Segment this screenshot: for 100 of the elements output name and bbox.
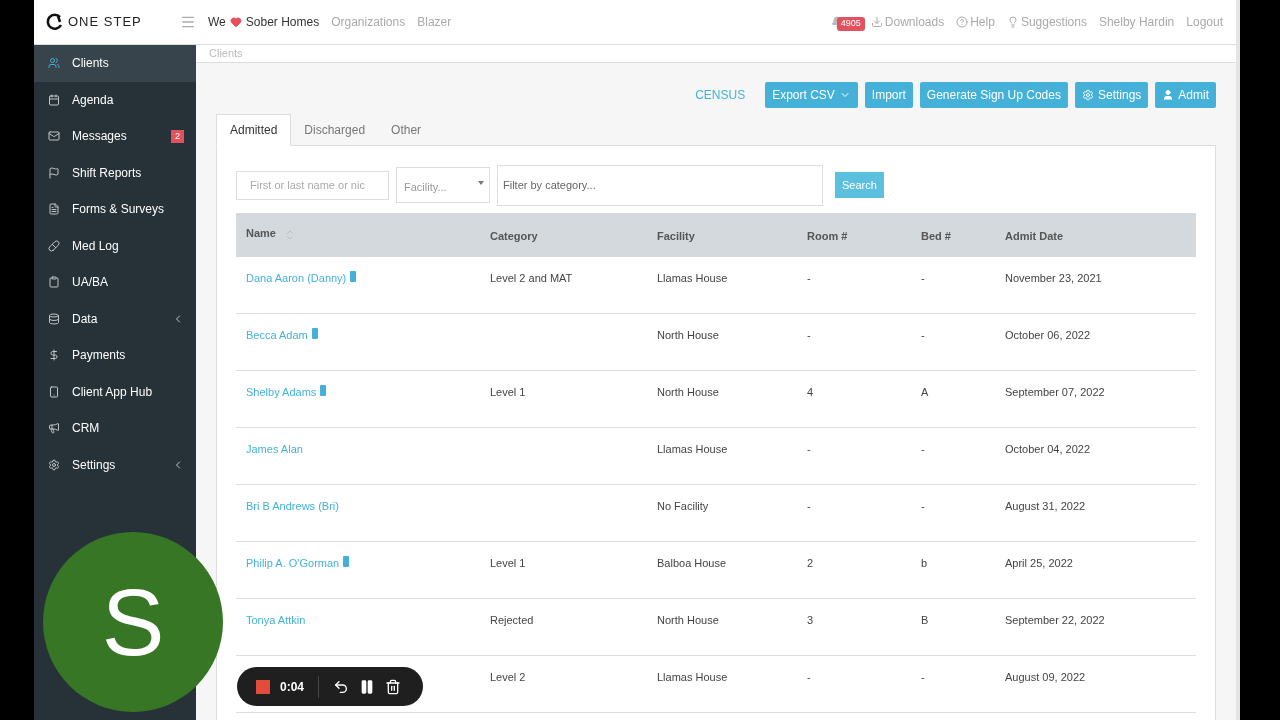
logo-icon — [46, 13, 64, 31]
column-header[interactable]: Facility — [657, 227, 695, 245]
table-cell-text: b — [921, 555, 928, 571]
sidebar-item[interactable]: Data — [34, 300, 196, 337]
table-cell-text: August 09, 2022 — [1005, 669, 1086, 685]
table-cell-text: - — [807, 669, 811, 685]
phone-icon — [48, 385, 60, 398]
brand-link[interactable]: We Sober Homes — [208, 13, 320, 31]
table-cell-text: August 31, 2022 — [1005, 498, 1086, 514]
table-cell-text: - — [921, 441, 925, 457]
sidebar-item[interactable]: Med Log — [34, 227, 196, 264]
header-link[interactable]: Help — [956, 13, 995, 31]
flag-icon — [48, 166, 60, 179]
gear-icon — [1081, 88, 1094, 101]
column-header[interactable]: Name — [246, 224, 276, 242]
header-link[interactable]: Downloads — [870, 13, 945, 31]
nav-link[interactable]: Organizations — [331, 13, 406, 31]
table-cell-text: No Facility — [657, 498, 709, 514]
unread-badge: 2 — [171, 129, 184, 143]
user-icon — [1162, 88, 1175, 101]
sidebar-item[interactable]: Messages 2 — [34, 118, 196, 155]
table-cell-text: 2 — [807, 555, 814, 571]
category-filter-field[interactable]: Filter by category... — [497, 164, 823, 206]
sidebar-item[interactable]: Agenda — [34, 81, 196, 118]
name-search-field[interactable]: First or last name or nic — [236, 170, 389, 200]
table-cell-text: North House — [657, 384, 719, 400]
table-cell-text: November 23, 2021 — [1005, 270, 1102, 286]
trash-icon[interactable] — [385, 678, 402, 695]
column-header[interactable]: Category — [490, 227, 538, 245]
sidebar-item[interactable]: CRM — [34, 410, 196, 447]
table-cell-text: B — [921, 612, 929, 628]
client-name-link[interactable]: Tonya Attkin — [246, 611, 306, 628]
column-header[interactable]: Room # — [807, 227, 848, 245]
client-name-link[interactable]: Philip A. O'Gorman — [246, 554, 340, 571]
table-cell-text: September 22, 2022 — [1005, 612, 1105, 628]
sidebar-item[interactable]: Settings — [34, 446, 196, 483]
table-cell-text: Level 2 and MAT — [490, 270, 573, 286]
tab[interactable]: Discharged — [291, 113, 379, 146]
users-icon — [48, 57, 60, 70]
table-cell-text: Balboa House — [657, 555, 727, 571]
heart-icon — [229, 16, 242, 28]
document-icon — [48, 203, 60, 216]
download-icon — [870, 16, 883, 28]
clipboard-icon — [48, 276, 60, 289]
toolbar-button[interactable]: Export CSV — [765, 81, 858, 108]
breadcrumb[interactable]: Clients — [209, 45, 243, 62]
search-button[interactable]: Search — [835, 172, 884, 198]
sidebar-item[interactable]: Shift Reports — [34, 154, 196, 191]
toolbar-button[interactable]: Admit — [1155, 81, 1216, 108]
table-cell-text: Level 2 — [490, 669, 526, 685]
table-cell-text: Rejected — [490, 612, 534, 628]
census-link[interactable]: CENSUS — [695, 85, 746, 104]
tab[interactable]: Admitted — [216, 113, 292, 146]
nav-link[interactable]: Blazer — [417, 13, 452, 31]
sidebar-item[interactable]: Payments — [34, 337, 196, 374]
client-name-link[interactable]: Bri B Andrews (Bri) — [246, 497, 339, 514]
gear-icon — [48, 458, 60, 471]
facility-select[interactable]: Facility... — [396, 167, 490, 203]
table-cell-text: September 07, 2022 — [1005, 384, 1105, 400]
client-name-link[interactable]: Dana Aaron (Danny) — [246, 269, 347, 286]
column-header[interactable]: Admit Date — [1005, 227, 1064, 245]
user-name-link[interactable]: Shelby Hardin — [1098, 13, 1175, 31]
client-name-link[interactable]: Shelby Adams — [246, 383, 317, 400]
tab[interactable]: Other — [378, 113, 435, 146]
client-name-link[interactable]: James Alan — [246, 440, 303, 457]
table-cell-text: - — [807, 327, 811, 343]
table-cell-text: Llamas House — [657, 270, 728, 286]
table-cell-text: - — [921, 270, 925, 286]
sidebar-item[interactable]: Client App Hub — [34, 373, 196, 410]
pill-icon — [48, 239, 60, 252]
toolbar-button[interactable]: Import — [864, 81, 913, 108]
logout-link[interactable]: Logout — [1186, 13, 1223, 31]
sidebar-item[interactable]: UA/BA — [34, 264, 196, 301]
logo-text: ONE STEP — [68, 13, 142, 32]
envelope-icon — [48, 130, 60, 143]
menu-icon[interactable] — [180, 14, 196, 30]
table-cell-text: Level 1 — [490, 384, 526, 400]
table-cell-text: Llamas House — [657, 669, 728, 685]
table-cell-text: North House — [657, 327, 719, 343]
table-cell-text: October 06, 2022 — [1005, 327, 1090, 343]
table-cell-text: October 04, 2022 — [1005, 441, 1090, 457]
sidebar-item[interactable]: Forms & Surveys — [34, 191, 196, 228]
dollar-icon — [48, 349, 60, 362]
toolbar-button[interactable]: Settings — [1074, 81, 1149, 108]
column-header[interactable]: Bed # — [921, 227, 951, 245]
table-cell-text: April 25, 2022 — [1005, 555, 1073, 571]
table-cell-text: A — [921, 384, 929, 400]
table-cell-text: - — [921, 669, 925, 685]
undo-icon[interactable] — [333, 678, 350, 695]
caret-icon — [478, 181, 484, 185]
table-cell-text: North House — [657, 612, 719, 628]
stop-button[interactable] — [256, 679, 270, 694]
calendar-icon — [48, 93, 60, 106]
sidebar-item[interactable]: Clients — [34, 45, 196, 82]
header-link[interactable]: Suggestions — [1006, 13, 1087, 31]
recording-time: 0:04 — [280, 678, 305, 696]
client-name-link[interactable]: Becca Adam — [246, 326, 308, 343]
table-cell-text: - — [921, 498, 925, 514]
toolbar-button[interactable]: Generate Sign Up Codes — [919, 81, 1068, 108]
table-cell-text: - — [921, 327, 925, 343]
